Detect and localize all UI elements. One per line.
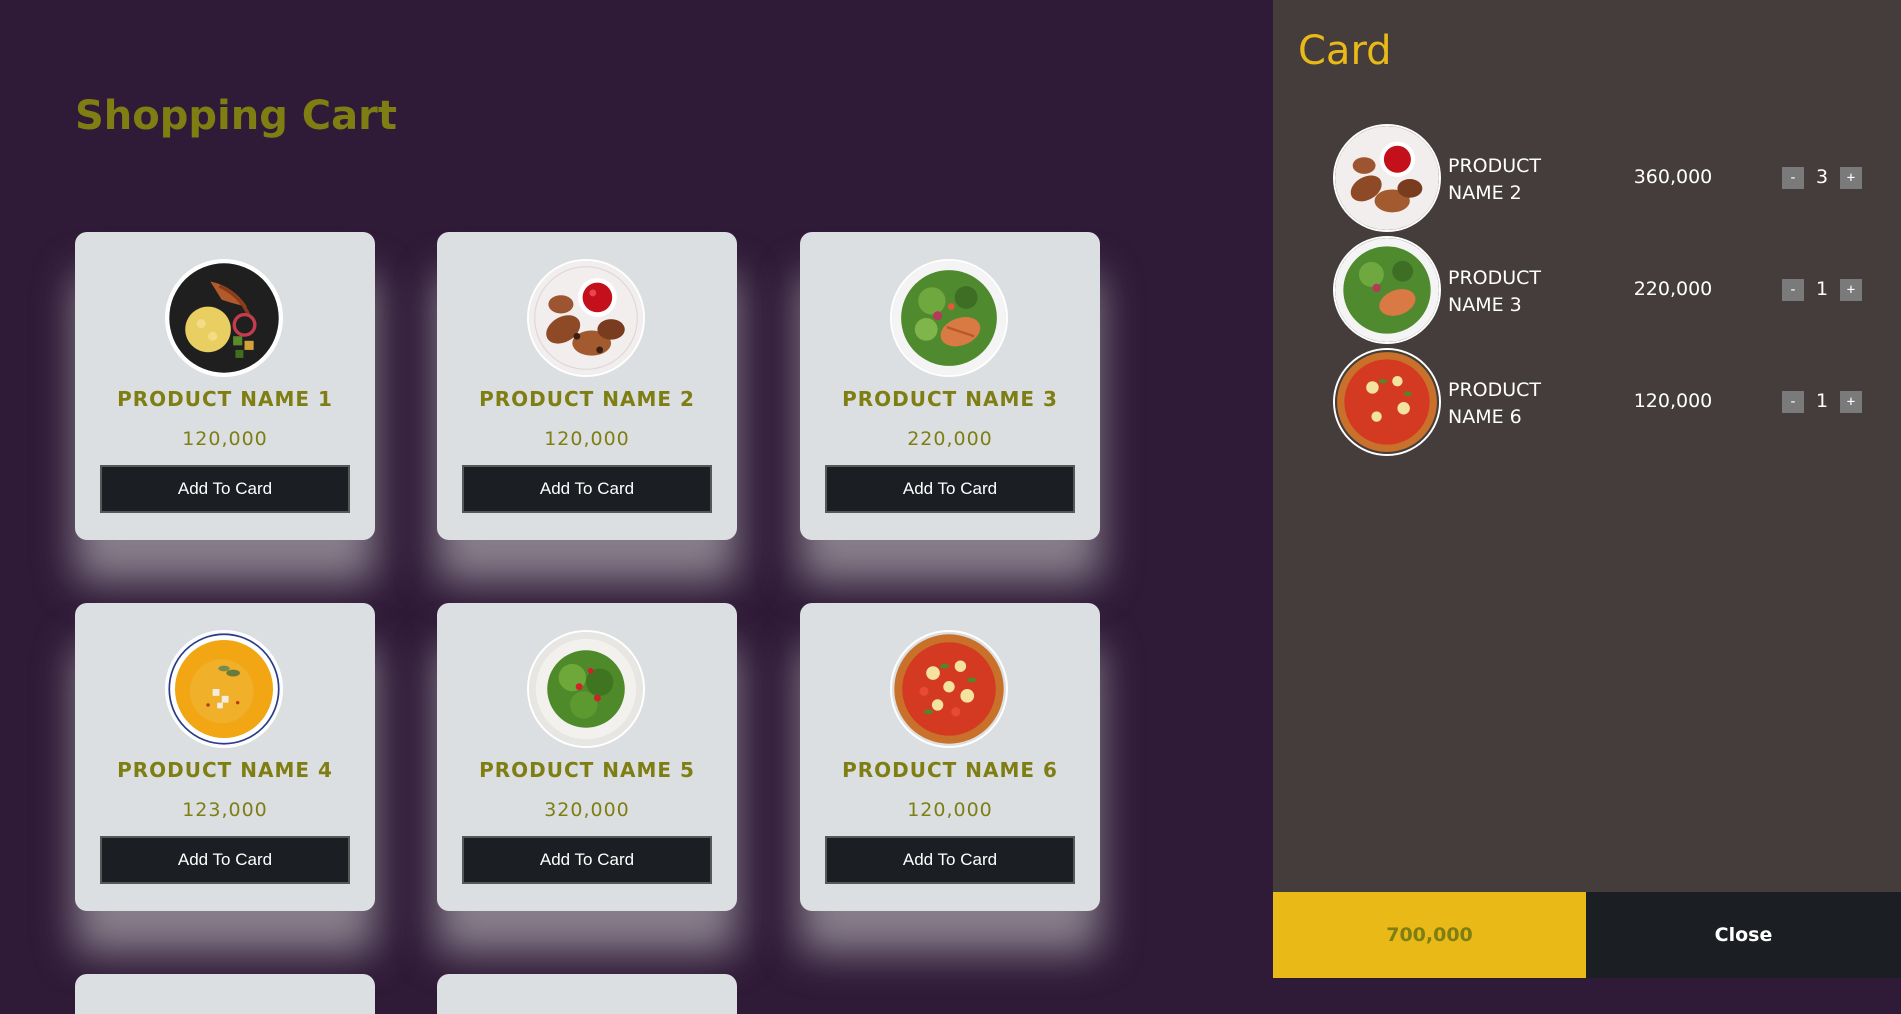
product-card: PRODUCT NAME 4 123,000 Add To Card [75, 603, 375, 911]
add-to-card-button[interactable]: Add To Card [825, 465, 1075, 513]
quantity-value: 1 [1815, 278, 1829, 300]
product-price: 220,000 [907, 428, 993, 450]
cart-total: 700,000 [1273, 892, 1586, 978]
cart-title: Card [1298, 28, 1392, 74]
salmon-salad-image [890, 259, 1008, 377]
cart-item: PRODUCT NAME 2 360,000 - 3 + [1333, 124, 1873, 232]
cart-panel: Card PRODUCT NAME 2 360,000 - 3 + PRODUC… [1273, 0, 1901, 978]
quantity-value: 3 [1815, 166, 1829, 188]
product-grid: PRODUCT NAME 1 120,000 Add To Card PRODU… [75, 232, 1175, 992]
product-card: PRODUCT NAME 1 120,000 Add To Card [75, 232, 375, 540]
product-price: 320,000 [544, 799, 630, 821]
add-to-card-button[interactable]: Add To Card [462, 836, 712, 884]
add-to-card-button[interactable]: Add To Card [825, 836, 1075, 884]
product-price: 120,000 [182, 428, 268, 450]
cart-item-name: PRODUCT NAME 6 [1448, 379, 1542, 428]
decrease-quantity-button[interactable]: - [1782, 279, 1804, 301]
chicken-wings-image [527, 259, 645, 377]
decrease-quantity-button[interactable]: - [1782, 167, 1804, 189]
close-button[interactable]: Close [1586, 892, 1901, 978]
product-name: PRODUCT NAME 1 [117, 387, 333, 411]
product-card: PRODUCT NAME 6 120,000 Add To Card [800, 603, 1100, 911]
product-name: PRODUCT NAME 6 [842, 758, 1058, 782]
cart-item: PRODUCT NAME 3 220,000 - 1 + [1333, 236, 1873, 344]
cart-item-price: 360,000 [1633, 166, 1713, 188]
salmon-salad-image [1333, 236, 1441, 344]
product-price: 123,000 [182, 799, 268, 821]
increase-quantity-button[interactable]: + [1840, 391, 1862, 413]
green-salad-image [527, 630, 645, 748]
pizza-image [890, 630, 1008, 748]
pumpkin-soup-image [165, 630, 283, 748]
add-to-card-button[interactable]: Add To Card [100, 465, 350, 513]
increase-quantity-button[interactable]: + [1840, 167, 1862, 189]
cart-item-price: 120,000 [1633, 390, 1713, 412]
page-title: Shopping Cart [75, 93, 397, 139]
quantity-value: 1 [1815, 390, 1829, 412]
decrease-quantity-button[interactable]: - [1782, 391, 1804, 413]
product-card-partial [437, 974, 737, 1014]
add-to-card-button[interactable]: Add To Card [100, 836, 350, 884]
product-price: 120,000 [907, 799, 993, 821]
cart-item-name: PRODUCT NAME 3 [1448, 267, 1542, 316]
product-name: PRODUCT NAME 4 [117, 758, 333, 782]
product-card: PRODUCT NAME 2 120,000 Add To Card [437, 232, 737, 540]
product-card-partial [75, 974, 375, 1014]
add-to-card-button[interactable]: Add To Card [462, 465, 712, 513]
cart-item-name: PRODUCT NAME 2 [1448, 155, 1542, 204]
cart-item-price: 220,000 [1633, 278, 1713, 300]
chicken-wings-image [1333, 124, 1441, 232]
product-name: PRODUCT NAME 2 [479, 387, 695, 411]
increase-quantity-button[interactable]: + [1840, 279, 1862, 301]
main-area: Shopping Cart PRODUCT NAME 1 120,000 Add… [0, 0, 1273, 1014]
product-name: PRODUCT NAME 5 [479, 758, 695, 782]
product-name: PRODUCT NAME 3 [842, 387, 1058, 411]
product-card: PRODUCT NAME 5 320,000 Add To Card [437, 603, 737, 911]
pizza-image [1333, 348, 1441, 456]
product-price: 120,000 [544, 428, 630, 450]
product-card: PRODUCT NAME 3 220,000 Add To Card [800, 232, 1100, 540]
noodle-bowl-image [165, 259, 283, 377]
cart-item: PRODUCT NAME 6 120,000 - 1 + [1333, 348, 1873, 456]
